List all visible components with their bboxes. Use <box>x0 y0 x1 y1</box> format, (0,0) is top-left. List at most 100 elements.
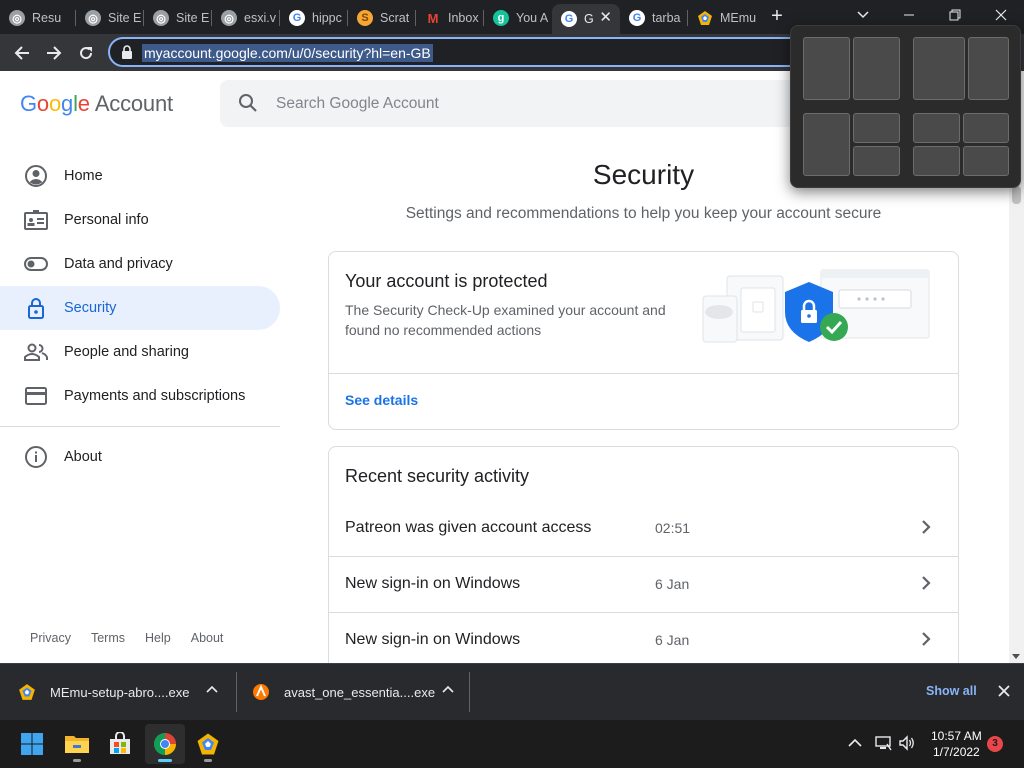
snap-zone[interactable] <box>913 37 965 100</box>
back-button[interactable] <box>8 39 36 67</box>
browser-tab[interactable]: S Scrat <box>348 4 416 32</box>
avast-icon <box>253 684 269 700</box>
forward-button[interactable] <box>40 39 68 67</box>
snap-zone[interactable] <box>803 113 850 176</box>
people-icon <box>24 340 48 364</box>
footer-link-privacy[interactable]: Privacy <box>30 631 71 645</box>
snap-zone[interactable] <box>968 37 1009 100</box>
snap-zone[interactable] <box>913 146 960 176</box>
search-icon[interactable] <box>238 93 258 113</box>
chrome-icon <box>154 733 176 755</box>
page-subtitle: Settings and recommendations to help you… <box>405 205 882 222</box>
globe-icon: ◎ <box>153 10 169 26</box>
memu-icon <box>697 10 713 26</box>
chevron-right-icon <box>922 520 931 534</box>
taskbar-memu[interactable] <box>188 724 228 764</box>
chevron-up-icon[interactable] <box>206 685 218 693</box>
see-details-link[interactable]: See details <box>345 392 418 408</box>
browser-tab[interactable]: ◎ Resu <box>0 4 76 32</box>
clock-date[interactable]: 1/7/2022 <box>933 745 980 759</box>
snap-zone[interactable] <box>853 113 900 143</box>
network-icon[interactable] <box>874 735 892 751</box>
windows-taskbar: 10:57 AM 1/7/2022 <box>0 720 1024 768</box>
search-box[interactable] <box>220 80 810 127</box>
taskbar-microsoft-store[interactable] <box>100 724 140 764</box>
card-description: The Security Check-Up examined your acco… <box>345 302 666 338</box>
scrollbar-thumb[interactable] <box>1012 186 1021 204</box>
sidebar-item-label: People and sharing <box>64 344 189 360</box>
snap-zone[interactable] <box>963 146 1009 176</box>
activity-row[interactable]: New sign-in on Windows 6 Jan <box>329 557 958 613</box>
sidebar-item-people-sharing[interactable]: People and sharing <box>0 330 280 374</box>
sidebar-item-personal-info[interactable]: Personal info <box>0 198 280 242</box>
browser-tab[interactable]: ◎ Site E <box>144 4 212 32</box>
chevron-up-icon[interactable] <box>442 685 454 693</box>
scratch-icon: S <box>357 10 373 26</box>
download-filename: avast_one_essentia....exe <box>284 684 436 700</box>
sidebar-item-about[interactable]: About <box>0 435 280 479</box>
download-item[interactable]: avast_one_essentia....exe <box>252 664 468 720</box>
globe-icon: ◎ <box>9 10 25 26</box>
browser-tab-active[interactable]: G G ✕ <box>552 4 620 34</box>
running-indicator <box>73 759 81 762</box>
activity-event: Patreon was given account access <box>345 519 592 536</box>
sidebar-item-label: About <box>64 449 102 465</box>
browser-tab[interactable]: g You A <box>484 4 552 32</box>
taskbar-chrome[interactable] <box>145 724 185 764</box>
tab-close-icon[interactable]: ✕ <box>599 10 612 26</box>
sidebar-nav: Home Personal info Data and privacy Secu… <box>0 154 280 479</box>
sidebar-item-security[interactable]: Security <box>0 286 280 330</box>
new-tab-button[interactable]: + <box>766 6 788 28</box>
card-divider <box>329 373 958 374</box>
download-item[interactable]: MEmu-setup-abro....exe <box>18 664 234 720</box>
footer-links: Privacy Terms Help About <box>30 631 223 645</box>
browser-tab[interactable]: G tarba <box>620 4 688 32</box>
download-separator <box>236 672 237 712</box>
clock-time[interactable]: 10:57 AM <box>931 729 982 743</box>
snap-zone[interactable] <box>913 113 960 143</box>
sidebar-item-home[interactable]: Home <box>0 154 280 198</box>
activity-time: 6 Jan <box>655 576 690 592</box>
sidebar-item-data-privacy[interactable]: Data and privacy <box>0 242 280 286</box>
activity-time: 6 Jan <box>655 632 690 648</box>
activity-row[interactable]: New sign-in on Windows 6 Jan <box>329 613 958 663</box>
chevron-up-icon[interactable] <box>848 738 862 748</box>
speaker-icon[interactable] <box>898 735 916 751</box>
browser-tab[interactable]: ◎ Site E <box>76 4 144 32</box>
google-account-logo[interactable]: Google Account <box>20 91 173 117</box>
activity-row[interactable]: Patreon was given account access 02:51 <box>329 501 958 557</box>
browser-tab[interactable]: G hippc <box>280 4 348 32</box>
address-bar[interactable]: myaccount.google.com/u/0/security?hl=en-… <box>108 37 808 67</box>
google-icon: G <box>629 10 645 26</box>
footer-link-help[interactable]: Help <box>145 631 171 645</box>
memu-icon <box>197 733 219 755</box>
close-icon[interactable] <box>997 684 1011 698</box>
globe-icon: ◎ <box>85 10 101 26</box>
sidebar-item-payments[interactable]: Payments and subscriptions <box>0 374 280 418</box>
toggle-icon <box>24 252 48 276</box>
snap-zone[interactable] <box>853 146 900 176</box>
browser-tab[interactable]: M Inbox <box>416 4 484 32</box>
windows-start-button[interactable] <box>12 724 52 764</box>
browser-tab[interactable]: ◎ esxi.v <box>212 4 280 32</box>
show-all-downloads-button[interactable]: Show all <box>926 684 977 698</box>
notification-badge[interactable]: 3 <box>987 736 1003 752</box>
snap-zone[interactable] <box>853 37 900 100</box>
card-title: Recent security activity <box>345 466 530 486</box>
snap-zone[interactable] <box>963 113 1009 143</box>
reload-icon <box>80 47 93 60</box>
running-indicator <box>204 759 212 762</box>
url-text[interactable]: myaccount.google.com/u/0/security?hl=en-… <box>142 44 433 62</box>
sidebar-item-label: Security <box>64 300 117 316</box>
browser-tab[interactable]: MEmu <box>688 4 756 32</box>
footer-link-about[interactable]: About <box>191 631 224 645</box>
reload-button[interactable] <box>72 39 100 67</box>
google-icon: G <box>289 10 305 26</box>
search-input[interactable] <box>276 80 776 127</box>
snap-zone[interactable] <box>803 37 850 100</box>
scroll-down-arrow-icon[interactable] <box>1012 654 1020 659</box>
taskbar-file-explorer[interactable] <box>57 724 97 764</box>
restore-icon <box>949 9 961 21</box>
footer-link-terms[interactable]: Terms <box>91 631 125 645</box>
lock-icon[interactable] <box>121 45 133 59</box>
